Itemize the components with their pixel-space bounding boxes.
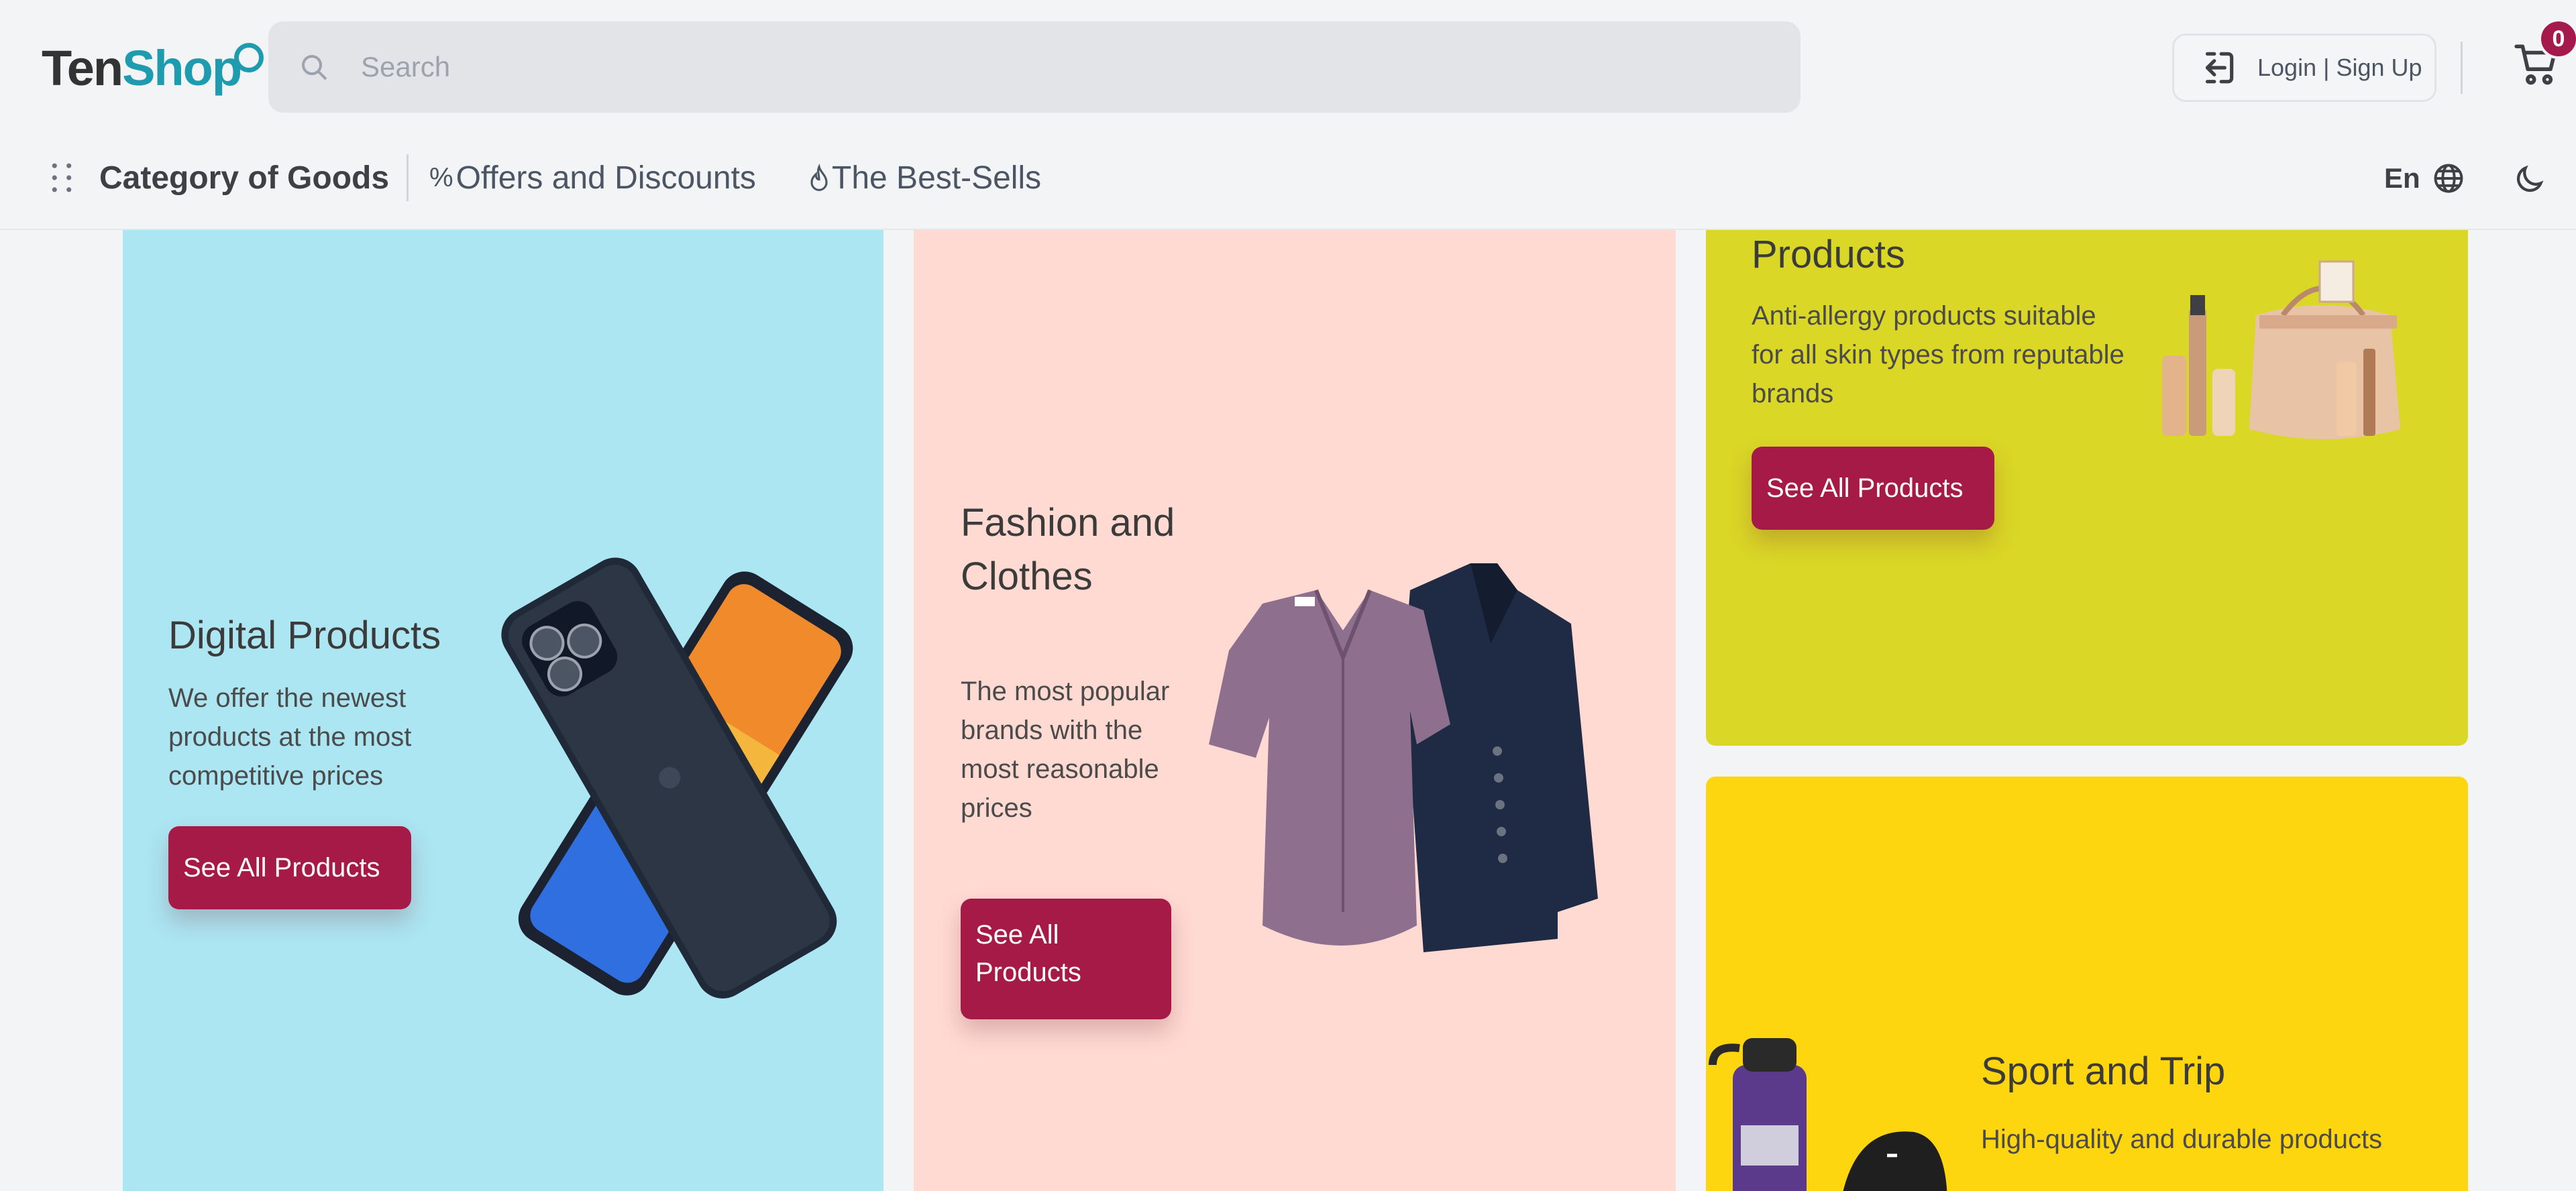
- logo-text-shop: Shop: [122, 40, 242, 96]
- header-divider: [2461, 42, 2463, 94]
- cart-count-badge: 0: [2538, 19, 2576, 59]
- see-all-products-button[interactable]: See All Products: [168, 826, 411, 909]
- cosmetics-image: [2162, 260, 2400, 439]
- card-title: Digital Products: [168, 614, 441, 657]
- logo-mark-icon: [234, 43, 264, 72]
- language-switcher[interactable]: En: [2384, 161, 2466, 196]
- globe-icon: [2434, 164, 2463, 193]
- logo[interactable]: Ten Shop: [42, 38, 264, 98]
- main-nav: Category of Goods % Offers and Discounts…: [0, 148, 2576, 208]
- nav-divider: [407, 154, 409, 201]
- site-header: TenShop Login | Sign Up 0 Category of Go…: [0, 0, 2576, 230]
- see-all-products-button[interactable]: See All Products: [1752, 447, 1994, 530]
- beauty-products-card[interactable]: Products Anti-allergy products suitable …: [1706, 201, 2468, 746]
- flame-icon: [810, 163, 828, 191]
- logo-text-ten: Ten: [42, 40, 123, 96]
- card-description: Anti-allergy products suitable for all s…: [1752, 301, 2125, 408]
- percent-icon: %: [429, 163, 453, 192]
- best-sells-link[interactable]: The Best-Sells: [806, 160, 1041, 196]
- card-description: High-quality and durable products: [1981, 1125, 2383, 1154]
- category-grid-icon[interactable]: [48, 161, 75, 194]
- language-label: En: [2384, 162, 2420, 194]
- card-description: The most popular brands with the most re…: [961, 677, 1170, 823]
- offers-discounts-link[interactable]: % Offers and Discounts: [429, 160, 756, 196]
- card-title: Products: [1752, 233, 1905, 276]
- search-icon: [302, 55, 327, 80]
- search-input[interactable]: [361, 51, 1568, 83]
- smartphone-image: [501, 557, 853, 999]
- fashion-clothes-card[interactable]: Fashion and Clothes The most popular bra…: [914, 201, 1676, 1191]
- card-description: We offer the newest products at the most…: [168, 683, 412, 791]
- moon-icon[interactable]: [2512, 162, 2546, 197]
- clothes-image: [1209, 563, 1598, 952]
- category-of-goods-link[interactable]: Category of Goods: [99, 160, 389, 196]
- sport-gear-image: [1709, 1038, 1947, 1191]
- best-sells-label: The Best-Sells: [832, 160, 1042, 196]
- login-icon: [2205, 52, 2234, 84]
- digital-products-card[interactable]: Digital Products We offer the newest pro…: [123, 201, 883, 1191]
- see-all-products-button[interactable]: See All Products: [961, 899, 1171, 1019]
- login-signup-label: Login | Sign Up: [2257, 54, 2422, 81]
- search-bar[interactable]: [268, 21, 1801, 113]
- sport-trip-card[interactable]: Sport and Trip High-quality and durable …: [1706, 777, 2468, 1191]
- login-signup-button[interactable]: Login | Sign Up: [2172, 34, 2436, 102]
- card-title: Sport and Trip: [1981, 1050, 2226, 1093]
- offers-discounts-label: Offers and Discounts: [455, 160, 756, 196]
- card-title: Fashion and Clothes: [961, 501, 1175, 598]
